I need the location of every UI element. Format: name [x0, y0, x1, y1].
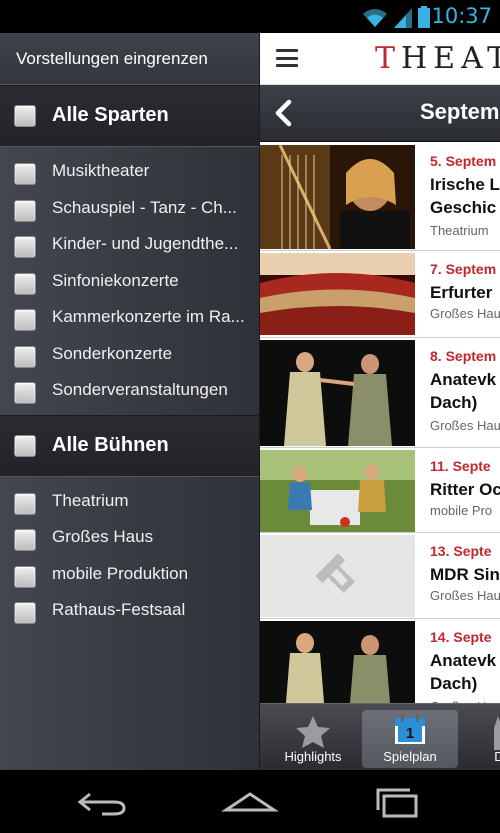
event-venue: Großes Hau [430, 418, 500, 433]
filter-item-rathaus-festsaal[interactable]: Rathaus-Festsaal [0, 594, 259, 631]
app-bar: THEATE [260, 33, 500, 85]
event-image-ritter [260, 450, 415, 532]
calendar-badge: 1 [405, 725, 415, 742]
filter-label: Großes Haus [52, 527, 154, 546]
checkbox[interactable] [14, 272, 36, 295]
main-content: THEATE Septem 5. Septem Irisch [260, 33, 500, 770]
cathedral-icon [494, 716, 500, 750]
checkbox[interactable] [14, 434, 36, 457]
tab-highlights[interactable]: Highlights [265, 710, 361, 768]
recent-apps-icon[interactable] [368, 784, 428, 820]
filter-label: Sinfoniekonzerte [52, 270, 179, 290]
sparten-list: Musiktheater Schauspiel - Tanz - Ch... K… [0, 147, 259, 411]
filter-item-sinfoniekonzerte[interactable]: Sinfoniekonzerte [0, 265, 259, 302]
filter-label: Sonderveranstaltungen [52, 380, 228, 399]
checkbox[interactable] [14, 602, 36, 624]
placeholder-logo-icon [260, 535, 415, 617]
event-venue: Theatrium [430, 223, 489, 238]
event-title: Anatevk Dach) [430, 370, 497, 412]
status-icons [362, 6, 430, 28]
event-venue: Großes Hau [430, 588, 500, 603]
filter-item-grosses-haus[interactable]: Großes Haus [0, 521, 259, 558]
event-date: 11. Septe [430, 458, 491, 474]
section-alle-buehnen[interactable]: Alle Bühnen [0, 414, 259, 477]
tab-label: Dom [494, 749, 500, 764]
filter-drawer: Vorstellungen eingrenzen Alle Sparten Mu… [0, 33, 260, 770]
event-venue: Großes Hau [430, 306, 500, 321]
back-icon[interactable] [72, 784, 132, 820]
filter-label: Kinder- und Jugendthe... [52, 234, 239, 253]
filter-item-schauspiel[interactable]: Schauspiel - Tanz - Ch... [0, 192, 259, 229]
bottom-tab-bar: Highlights 1 Spielplan Dom [260, 703, 500, 770]
event-row[interactable]: 7. Septem Erfurter Großes Hau [260, 251, 500, 338]
filter-label: Rathaus-Festsaal [52, 600, 186, 619]
filter-label: Kammerkonzerte im Ra... [52, 307, 245, 326]
clock: 10:37 [431, 4, 492, 28]
filter-item-sonderveranstaltungen[interactable]: Sonderveranstaltungen [0, 374, 259, 411]
section-label: Alle Sparten [52, 104, 169, 126]
theater-logo: THEATE [375, 41, 500, 76]
event-row[interactable]: 8. Septem Anatevk Dach) Großes Hau [260, 338, 500, 448]
checkbox[interactable] [14, 236, 36, 258]
filter-item-sonderkonzerte[interactable]: Sonderkonzerte [0, 338, 259, 375]
event-date: 13. Septe [430, 543, 492, 559]
filter-item-theatrium[interactable]: Theatrium [0, 485, 259, 522]
checkbox[interactable] [14, 565, 36, 588]
month-bar: Septem [260, 85, 500, 142]
tab-spielplan[interactable]: 1 Spielplan [362, 710, 458, 768]
checkbox[interactable] [14, 382, 36, 404]
home-icon[interactable] [220, 784, 280, 820]
checkbox[interactable] [14, 105, 36, 127]
event-image-anatevka [260, 340, 415, 446]
event-venue: mobile Pro [430, 503, 493, 518]
event-image-audience [260, 253, 415, 335]
checkbox[interactable] [14, 309, 36, 331]
filter-label: Musiktheater [52, 161, 150, 180]
checkbox[interactable] [14, 199, 36, 222]
star-icon [296, 716, 330, 748]
tab-label: Highlights [284, 749, 342, 764]
menu-icon[interactable] [276, 49, 298, 67]
month-label: Septem [420, 99, 500, 124]
event-image-harp [260, 145, 415, 249]
section-alle-sparten[interactable]: Alle Sparten [0, 85, 259, 147]
drawer-title: Vorstellungen eingrenzen [0, 33, 259, 85]
buehnen-list: Theatrium Großes Haus mobile Produktion … [0, 477, 259, 631]
filter-label: Sonderkonzerte [52, 343, 173, 363]
filter-item-musiktheater[interactable]: Musiktheater [0, 155, 259, 192]
event-title: Ritter Oc [430, 480, 500, 499]
event-date: 8. Septem [430, 348, 497, 364]
section-label: Alle Bühnen [52, 433, 169, 456]
filter-item-mobile-produktion[interactable]: mobile Produktion [0, 558, 259, 595]
status-bar: 10:37 [0, 0, 500, 33]
event-title: Irische L Geschic [430, 175, 500, 217]
navigation-bar [0, 770, 500, 833]
event-title: Erfurter [430, 283, 493, 302]
battery-icon [418, 6, 430, 28]
filter-item-kinder-jugend[interactable]: Kinder- und Jugendthe... [0, 228, 259, 265]
tab-dom[interactable]: Dom [460, 710, 500, 768]
event-row[interactable]: 11. Septe Ritter Oc mobile Pro [260, 448, 500, 533]
event-title: MDR Sin [430, 565, 500, 584]
event-list: 5. Septem Irische L Geschic Theatrium 7.… [260, 143, 500, 729]
checkbox[interactable] [14, 492, 36, 515]
event-date: 5. Septem [430, 153, 497, 169]
event-title: Anatevk Dach) [430, 651, 497, 693]
filter-label: Theatrium [52, 490, 129, 510]
event-date: 7. Septem [430, 261, 497, 277]
checkbox[interactable] [14, 345, 36, 368]
filter-label: Schauspiel - Tanz - Ch... [52, 197, 237, 217]
chevron-left-icon[interactable] [272, 99, 296, 127]
tab-label: Spielplan [383, 749, 437, 764]
event-row[interactable]: 13. Septe MDR Sin Großes Hau [260, 533, 500, 619]
filter-label: mobile Produktion [52, 563, 189, 583]
wifi-icon [363, 9, 387, 27]
event-row[interactable]: 5. Septem Irische L Geschic Theatrium [260, 143, 500, 251]
filter-item-kammerkonzerte[interactable]: Kammerkonzerte im Ra... [0, 301, 259, 338]
event-date: 14. Septe [430, 629, 492, 645]
checkbox[interactable] [14, 529, 36, 551]
signal-icon [394, 8, 412, 28]
checkbox[interactable] [14, 163, 36, 185]
